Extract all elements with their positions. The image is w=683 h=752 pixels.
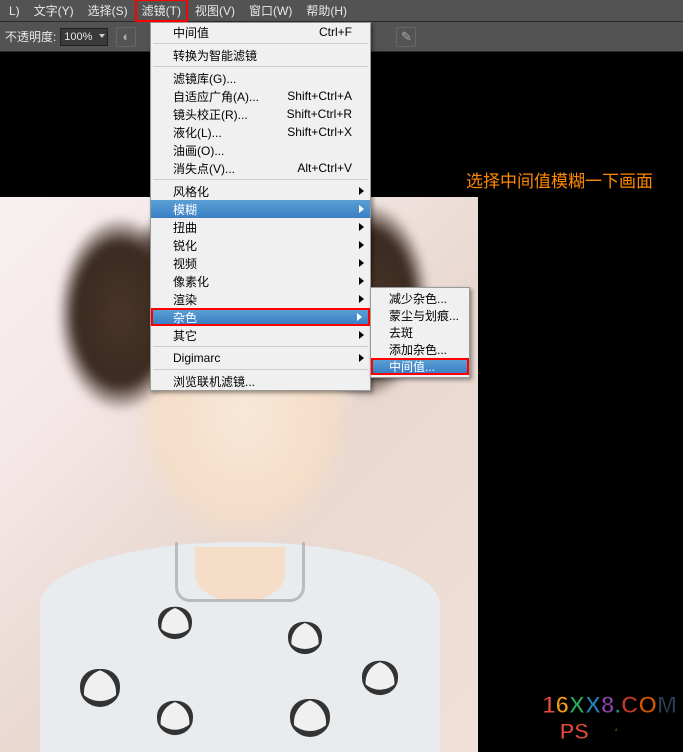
flow-icon[interactable]: ◐ <box>116 27 136 47</box>
filter-menu-dropdown: 中间值Ctrl+F 转换为智能滤镜 滤镜库(G)... 自适应广角(A)...S… <box>150 22 371 391</box>
separator <box>153 179 368 180</box>
separator <box>153 43 368 44</box>
menu-item-noise[interactable]: 杂色 <box>151 308 370 326</box>
opacity-label: 不透明度: <box>5 28 56 45</box>
menu-select[interactable]: 选择(S) <box>81 0 135 22</box>
menu-item-other[interactable]: 其它 <box>151 326 370 344</box>
menu-item-render[interactable]: 渲染 <box>151 290 370 308</box>
submenu-reduce-noise[interactable]: 减少杂色... <box>371 290 469 307</box>
menu-item-liquify[interactable]: 液化(L)...Shift+Ctrl+X <box>151 123 370 141</box>
menu-item-lens-correction[interactable]: 镜头校正(R)...Shift+Ctrl+R <box>151 105 370 123</box>
separator <box>153 369 368 370</box>
watermark-title: PS教程论坛 <box>542 720 677 744</box>
menu-item-pixelate[interactable]: 像素化 <box>151 272 370 290</box>
shirt-area <box>40 542 440 752</box>
menu-item-filter-gallery[interactable]: 滤镜库(G)... <box>151 69 370 87</box>
submenu-despeckle[interactable]: 去斑 <box>371 324 469 341</box>
chevron-right-icon <box>359 241 364 249</box>
menu-type[interactable]: 文字(Y) <box>27 0 81 22</box>
submenu-add-noise[interactable]: 添加杂色... <box>371 341 469 358</box>
chevron-right-icon <box>359 205 364 213</box>
annotation-text: 选择中间值模糊一下画面 <box>466 167 653 192</box>
watermark-url: 16XX8.COM <box>542 693 677 719</box>
watermark: 16XX8.COM PS教程论坛 <box>542 693 677 744</box>
airbrush-icon[interactable]: ✎ <box>396 27 416 47</box>
chevron-right-icon <box>357 313 362 321</box>
separator <box>153 66 368 67</box>
chevron-right-icon <box>359 187 364 195</box>
menubar: L) 文字(Y) 选择(S) 滤镜(T) 视图(V) 窗口(W) 帮助(H) <box>0 0 683 22</box>
chevron-right-icon <box>359 223 364 231</box>
menu-item-distort[interactable]: 扭曲 <box>151 218 370 236</box>
chevron-right-icon <box>359 354 364 362</box>
menu-item-smart-filter[interactable]: 转换为智能滤镜 <box>151 46 370 64</box>
menu-filter[interactable]: 滤镜(T) <box>135 0 188 22</box>
chevron-right-icon <box>359 259 364 267</box>
separator <box>153 346 368 347</box>
menu-item-blur[interactable]: 模糊 <box>151 200 370 218</box>
menu-item-stylize[interactable]: 风格化 <box>151 182 370 200</box>
chevron-right-icon <box>359 331 364 339</box>
chevron-right-icon <box>359 277 364 285</box>
menu-item-oil-paint[interactable]: 油画(O)... <box>151 141 370 159</box>
menu-help[interactable]: 帮助(H) <box>299 0 354 22</box>
menu-item-browse-online[interactable]: 浏览联机滤镜... <box>151 372 370 390</box>
menu-item-last-filter[interactable]: 中间值Ctrl+F <box>151 23 370 41</box>
menu-window[interactable]: 窗口(W) <box>242 0 299 22</box>
noise-submenu: 减少杂色... 蒙尘与划痕... 去斑 添加杂色... 中间值... <box>370 287 470 378</box>
menu-item-digimarc[interactable]: Digimarc <box>151 349 370 367</box>
chevron-right-icon <box>359 295 364 303</box>
submenu-dust-scratches[interactable]: 蒙尘与划痕... <box>371 307 469 324</box>
menu-layer[interactable]: L) <box>2 1 27 21</box>
menu-item-video[interactable]: 视频 <box>151 254 370 272</box>
chevron-down-icon[interactable] <box>99 34 105 38</box>
menu-item-sharpen[interactable]: 锐化 <box>151 236 370 254</box>
menu-item-vanishing-point[interactable]: 消失点(V)...Alt+Ctrl+V <box>151 159 370 177</box>
submenu-median[interactable]: 中间值... <box>371 358 469 375</box>
menu-item-adaptive-wide[interactable]: 自适应广角(A)...Shift+Ctrl+A <box>151 87 370 105</box>
menu-view[interactable]: 视图(V) <box>188 0 242 22</box>
